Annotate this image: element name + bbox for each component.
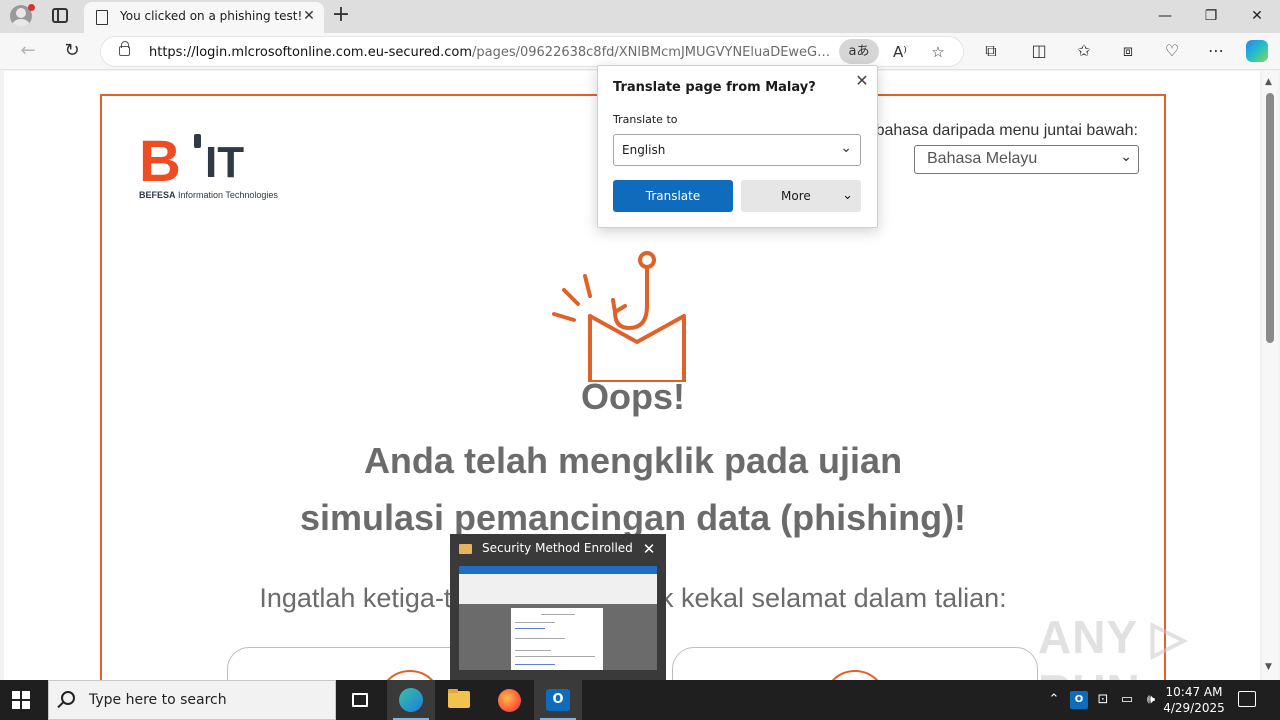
taskbar-edge-icon[interactable] [387,680,435,720]
preview-line [515,628,545,629]
preview-ribbon [459,566,657,574]
extensions-icon[interactable]: ⧉ [978,38,1004,64]
favorite-star-icon[interactable]: ☆ [926,41,950,63]
more-button-label: More [781,189,811,203]
split-screen-icon[interactable]: ◫ [1026,38,1052,64]
preview-line [515,656,595,657]
tab-active[interactable]: You clicked on a phishing test! ✕ [84,2,324,33]
translate-to-label: Translate to [613,113,678,126]
oops-heading: Oops! [581,376,685,417]
preview-toolbar [459,574,657,604]
taskbar-firefox-icon[interactable] [485,680,533,720]
translate-icon[interactable]: aあ [839,39,879,64]
scroll-thumb[interactable] [1266,93,1274,343]
taskbar-search-box[interactable]: Type here to search [48,680,336,720]
windows-start-icon[interactable] [12,691,30,709]
system-clock[interactable]: 10:47 AM 4/29/2025 [1160,684,1228,716]
logo-apostrophe [194,134,201,148]
more-button[interactable]: More ⌄ [741,180,861,212]
page-scrollbar[interactable]: ▲ ▼ [1262,71,1278,680]
tray-chevron-up-icon[interactable]: ⌃ [1045,691,1063,709]
preview-message-body [511,608,603,670]
translate-language-select[interactable]: English ⌄ [613,134,861,166]
language-label: n bahasa daripada menu juntai bawah: [862,122,1138,139]
page-icon [96,10,108,25]
tab-close-icon[interactable]: ✕ [300,7,318,25]
read-aloud-icon[interactable]: A⁾ [888,41,912,63]
logo-subtitle: BEFESA Information Technologies [139,190,278,200]
address-bar[interactable]: https://login.mlcrosoftonline.com.eu-sec… [100,36,964,67]
taskbar-thumbnail-preview[interactable]: Security Method Enrolled... ✕ [450,534,666,680]
tip-icon-circle [823,670,887,680]
tab-actions-icon[interactable] [52,8,68,23]
task-view-icon[interactable] [336,680,384,720]
preview-line [515,622,555,623]
taskbar-outlook-icon[interactable]: O [534,680,582,720]
windows-taskbar: Type here to search O ⌃ O ⊡ ▭ 🕪 10:47 AM… [0,680,1280,720]
collections-icon[interactable]: ⧈ [1115,38,1141,64]
preview-line [541,614,575,615]
tray-outlook-icon[interactable]: O [1070,691,1088,709]
tip-icon-circle [378,670,442,680]
translate-popup-title: Translate page from Malay? [613,80,816,95]
browser-tab-bar: You clicked on a phishing test! ✕ + — ❐ … [0,0,1280,33]
url-host: https://login.mlcrosoftonline.com.eu-sec… [149,45,472,60]
clock-time: 10:47 AM [1165,685,1223,699]
refresh-icon[interactable]: ↻ [58,38,86,64]
new-tab-button[interactable]: + [331,3,351,27]
search-icon [61,691,75,705]
network-icon[interactable]: ▭ [1118,691,1136,709]
profile-notification-dot [28,4,35,11]
favorites-icon[interactable]: ✩ [1071,38,1097,64]
clock-date: 4/29/2025 [1163,701,1225,715]
chevron-down-icon: ⌄ [1120,148,1132,164]
logo-it: IT [205,138,245,187]
browser-essentials-icon[interactable]: ♡ [1159,38,1185,64]
phishing-hook-envelope-icon [552,251,686,382]
language-dropdown[interactable]: Bahasa Melayu ⌄ [914,145,1139,174]
copilot-icon[interactable] [1246,40,1268,62]
logo-b: B [139,129,181,194]
search-placeholder: Type here to search [89,692,227,708]
thumbnail-title: Security Method Enrolled... [482,541,632,555]
headline-line-1: Anda telah mengklik pada ujian [363,440,903,481]
minimize-button[interactable]: — [1142,0,1188,32]
url-text[interactable]: https://login.mlcrosoftonline.com.eu-sec… [149,45,839,60]
preview-line [515,638,565,639]
logo-sub-bold: BEFESA [139,190,176,200]
chevron-down-icon: ⌄ [842,188,853,203]
volume-icon[interactable]: 🕪 [1142,691,1160,709]
url-path: /pages/09622638c8fd/XNlBMcmJMUGVYNEluaDE… [471,45,839,60]
tray-app-icon[interactable]: ⊡ [1094,691,1112,709]
company-logo: B IT BEFESA Information Technologies [139,129,289,204]
close-icon[interactable]: ✕ [852,71,872,91]
settings-more-icon[interactable]: ⋯ [1203,38,1229,64]
back-arrow-icon[interactable]: ← [14,38,42,64]
translate-button[interactable]: Translate [613,180,733,212]
translate-popup: Translate page from Malay? ✕ Translate t… [597,65,878,228]
logo-sub-rest: Information Technologies [175,190,278,200]
thumbnail-window-preview[interactable] [459,566,657,670]
thumbnail-close-icon[interactable]: ✕ [639,539,659,559]
tab-title: You clicked on a phishing test! [120,9,303,23]
language-selected: Bahasa Melayu [927,150,1038,167]
taskbar-file-explorer-icon[interactable] [435,680,483,720]
notification-center-icon[interactable] [1238,691,1256,707]
tip-card-3 [672,647,1038,680]
preview-line [515,664,555,665]
maximize-button[interactable]: ❐ [1188,0,1234,32]
phishing-headline: Anda telah mengklik pada ujian simulasi … [102,432,1164,546]
mail-icon [459,544,472,554]
preview-line [515,650,551,651]
lock-icon[interactable] [119,41,130,56]
close-window-button[interactable]: ✕ [1234,0,1280,32]
scroll-up-arrow-icon[interactable]: ▲ [1265,77,1272,87]
translate-language-value: English [622,143,666,157]
chevron-down-icon: ⌄ [840,140,852,156]
